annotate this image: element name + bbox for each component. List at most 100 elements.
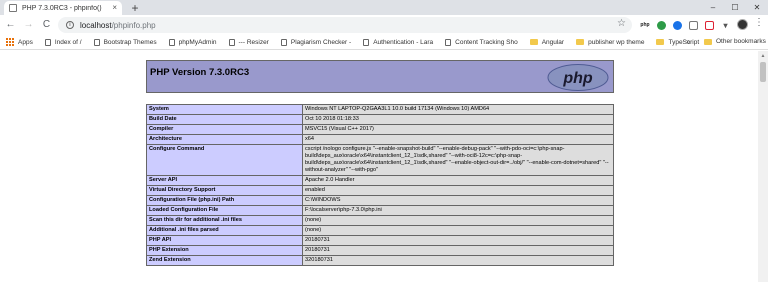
bookmark-label: Angular — [541, 38, 565, 46]
bookmark-angular[interactable]: Angular — [529, 38, 565, 46]
page-favicon-icon — [9, 4, 17, 12]
php-info-table: System Windows NT LAPTOP-Q2GAA3L1 10.0 bu… — [146, 104, 614, 266]
other-bookmarks-label: Other bookmarks — [716, 38, 766, 45]
row-key: PHP API — [146, 235, 303, 246]
minimize-button[interactable]: – — [702, 0, 724, 15]
bookmark-authentication[interactable]: Authentication - Lara — [363, 38, 433, 46]
page-icon — [93, 38, 100, 46]
bookmark-label: --- Resizer — [238, 38, 269, 46]
page-icon — [280, 38, 287, 46]
row-value: x64 — [302, 134, 614, 145]
php-logo[interactable]: php — [547, 64, 609, 91]
bookmark-label: publisher wp theme — [588, 38, 645, 46]
bookmarks-bar: Apps Index of / Bootstrap Themes phpMyAd… — [0, 35, 768, 50]
table-row: Architecture x64 — [146, 134, 614, 145]
table-row: Server API Apache 2.0 Handler — [146, 175, 614, 186]
grey-extension-icon[interactable] — [689, 20, 698, 30]
green-extension-icon[interactable] — [657, 20, 666, 30]
row-key: Configuration File (php.ini) Path — [146, 195, 303, 206]
red-extension-icon[interactable] — [705, 20, 714, 30]
row-value: C:\WINDOWS — [302, 195, 614, 206]
page-viewport: PHP Version 7.3.0RC3 php System Windows N… — [0, 51, 768, 282]
bookmark-plagiarism-checker[interactable]: Plagiarism Checker - — [280, 38, 352, 46]
apps-grid-icon — [6, 38, 14, 46]
blue-extension-icon[interactable] — [673, 20, 682, 30]
table-row: Loaded Configuration File F:\localserver\… — [146, 205, 614, 216]
bookmark-content-tracking[interactable]: Content Tracking Sho — [445, 38, 518, 46]
row-value: enabled — [302, 185, 614, 196]
page-icon — [228, 38, 235, 46]
site-info-icon[interactable]: i — [66, 21, 74, 29]
tab-close-icon[interactable]: × — [112, 4, 117, 12]
bookmark-apps[interactable]: Apps — [6, 38, 33, 46]
url-path: /phpinfo.php — [111, 20, 156, 30]
row-value: Apache 2.0 Handler — [302, 175, 614, 186]
row-value: MSVC15 (Visual C++ 2017) — [302, 124, 614, 135]
reload-button[interactable]: C — [39, 17, 54, 33]
bookmarks-overflow-button[interactable]: » — [686, 38, 690, 46]
bookmark-label: Bootstrap Themes — [103, 38, 157, 46]
row-value: Windows NT LAPTOP-Q2GAA3L1 10.0 build 17… — [302, 104, 614, 115]
table-row: Zend Extension 320180731 — [146, 255, 614, 266]
back-button[interactable]: ← — [3, 17, 18, 33]
profile-avatar[interactable] — [737, 19, 748, 30]
row-key: Server API — [146, 175, 303, 186]
table-row: Additional .ini files parsed (none) — [146, 225, 614, 236]
page-title: PHP Version 7.3.0RC3 — [150, 67, 250, 78]
bookmark-resizer[interactable]: --- Resizer — [228, 38, 269, 46]
page-icon — [363, 38, 370, 46]
table-row: Build Date Oct 10 2018 01:18:33 — [146, 114, 614, 125]
page-icon — [168, 38, 175, 46]
bookmark-bootstrap-themes[interactable]: Bootstrap Themes — [93, 38, 157, 46]
folder-icon — [656, 39, 665, 45]
new-tab-button[interactable]: + — [128, 0, 142, 15]
table-row: System Windows NT LAPTOP-Q2GAA3L1 10.0 bu… — [146, 104, 614, 115]
bookmark-publisher-wp-theme[interactable]: publisher wp theme — [576, 39, 644, 46]
row-value: cscript /nologo configure.js "--enable-s… — [302, 144, 614, 176]
bookmark-label: Index of / — [54, 38, 82, 46]
folder-icon — [576, 39, 585, 45]
other-bookmarks[interactable]: Other bookmarks — [704, 38, 766, 45]
table-row: Virtual Directory Support enabled — [146, 185, 614, 196]
table-row: Configuration File (php.ini) Path C:\WIND… — [146, 195, 614, 206]
row-value: Oct 10 2018 01:18:33 — [302, 114, 614, 125]
bookmark-typescript[interactable]: TypeScript — [656, 39, 699, 46]
row-key: Loaded Configuration File — [146, 205, 303, 216]
phpinfo-header: PHP Version 7.3.0RC3 php — [146, 60, 614, 93]
table-row: PHP API 20180731 — [146, 235, 614, 246]
browser-menu-icon[interactable]: ⋮ — [754, 18, 764, 28]
row-value: (none) — [302, 215, 614, 226]
maximize-button[interactable]: ☐ — [724, 0, 746, 15]
scroll-up-icon[interactable]: ▲ — [758, 51, 768, 61]
row-key: System — [146, 104, 303, 115]
scrollbar-thumb[interactable] — [760, 62, 766, 82]
extensions-area: php ▾ — [640, 17, 737, 33]
row-key: Scan this dir for additional .ini files — [146, 215, 303, 226]
tab-phpinfo[interactable]: PHP 7.3.0RC3 - phpinfo() × — [4, 1, 122, 15]
row-key: Architecture — [146, 134, 303, 145]
folder-icon — [704, 38, 712, 45]
bookmark-star-icon[interactable]: ☆ — [617, 19, 626, 29]
bookmark-phpmyadmin[interactable]: phpMyAdmin — [168, 38, 217, 46]
table-row: Scan this dir for additional .ini files(… — [146, 215, 614, 226]
page-icon — [445, 38, 452, 46]
forward-button[interactable]: → — [21, 17, 36, 33]
row-value: (none) — [302, 225, 614, 236]
bookmark-label: Plagiarism Checker - — [290, 38, 352, 46]
table-row: PHP Extension 20180731 — [146, 245, 614, 256]
address-bar[interactable]: i localhost/phpinfo.php ☆ — [58, 17, 632, 33]
bookmark-label: Content Tracking Sho — [455, 38, 518, 46]
row-value: 320180731 — [302, 255, 614, 266]
filter-extension-icon[interactable]: ▾ — [721, 21, 730, 30]
bookmark-index-of[interactable]: Index of / — [44, 38, 82, 46]
vertical-scrollbar[interactable]: ▲ — [758, 51, 768, 282]
close-window-button[interactable]: ✕ — [746, 0, 768, 15]
row-key: Additional .ini files parsed — [146, 225, 303, 236]
url-host: localhost — [80, 20, 112, 30]
bookmark-label: Apps — [18, 38, 33, 46]
row-key: Build Date — [146, 114, 303, 125]
row-value: 20180731 — [302, 245, 614, 256]
row-key: Compiler — [146, 124, 303, 135]
php-extension-icon[interactable]: php — [640, 21, 650, 30]
row-value: F:\localserver\php-7.3.0\php.ini — [302, 205, 614, 216]
